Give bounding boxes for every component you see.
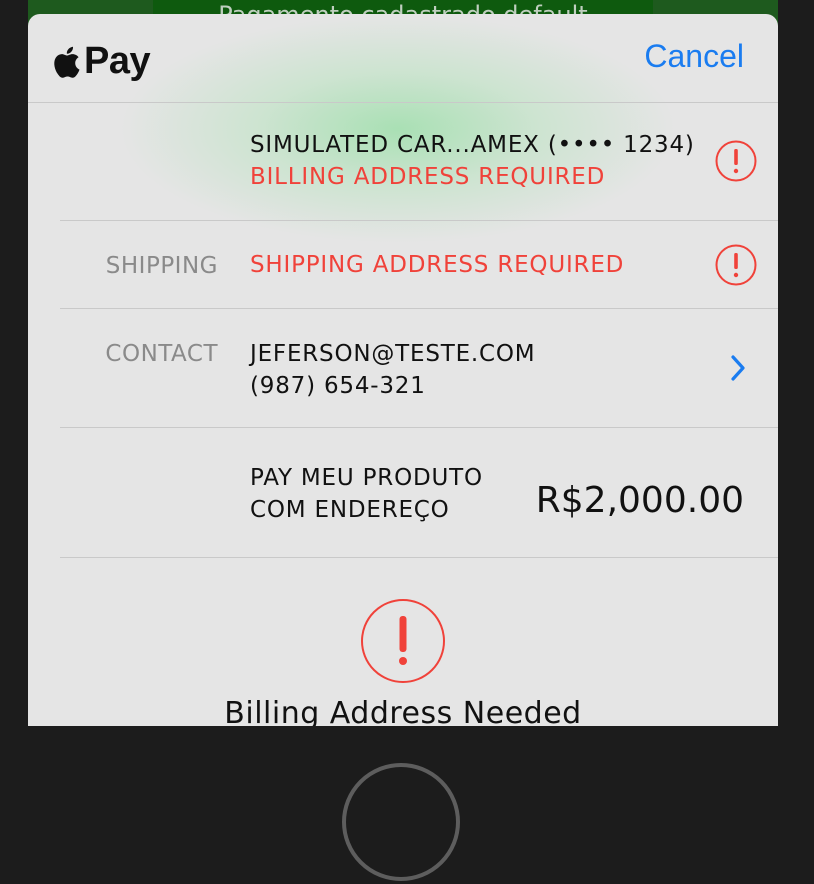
summary-line-1: PAY MEU PRODUTO <box>250 465 483 491</box>
background-button: Pagamento cadastrado default <box>153 0 653 14</box>
contact-label: CONTACT <box>105 341 218 367</box>
summary-line-2: COM ENDEREÇO <box>250 497 450 523</box>
shipping-label: SHIPPING <box>105 253 218 279</box>
sheet-header: Pay Cancel <box>28 14 778 103</box>
chevron-right-icon <box>731 355 745 381</box>
total-amount: R$2,000.00 <box>535 480 744 521</box>
apple-pay-logo: Pay <box>52 40 151 83</box>
billing-alert-icon <box>361 599 445 683</box>
contact-email: JEFERSON@TESTE.COM <box>250 341 536 367</box>
contact-row[interactable]: CONTACT JEFERSON@TESTE.COM (987) 654-321 <box>60 309 778 428</box>
status-message: Billing Address Needed <box>224 696 582 726</box>
cancel-button[interactable]: Cancel <box>644 38 744 75</box>
device-bezel-right <box>778 0 814 726</box>
alert-icon <box>715 244 757 286</box>
card-error: BILLING ADDRESS REQUIRED <box>250 164 606 190</box>
card-info: SIMULATED CAR...AMEX (•••• 1234) BILLING… <box>250 129 695 193</box>
shipping-row[interactable]: SHIPPING SHIPPING ADDRESS REQUIRED <box>60 221 778 309</box>
alert-icon <box>715 140 757 182</box>
shipping-error: SHIPPING ADDRESS REQUIRED <box>250 252 625 278</box>
contact-info: JEFERSON@TESTE.COM (987) 654-321 <box>250 338 535 402</box>
home-button[interactable] <box>342 763 460 881</box>
card-name: SIMULATED CAR...AMEX (•••• 1234) <box>250 132 695 158</box>
summary-row: PAY MEU PRODUTO COM ENDEREÇO R$2,000.00 <box>60 428 778 558</box>
device-bezel-left <box>0 0 28 726</box>
card-row[interactable]: SIMULATED CAR...AMEX (•••• 1234) BILLING… <box>60 103 778 221</box>
summary-label: PAY MEU PRODUTO COM ENDEREÇO <box>250 462 483 526</box>
pay-wordmark: Pay <box>84 40 151 82</box>
contact-phone: (987) 654-321 <box>250 373 426 399</box>
apple-pay-sheet: Pay Cancel SIMULATED CAR...AMEX (•••• 12… <box>28 14 778 726</box>
apple-icon <box>54 46 80 78</box>
